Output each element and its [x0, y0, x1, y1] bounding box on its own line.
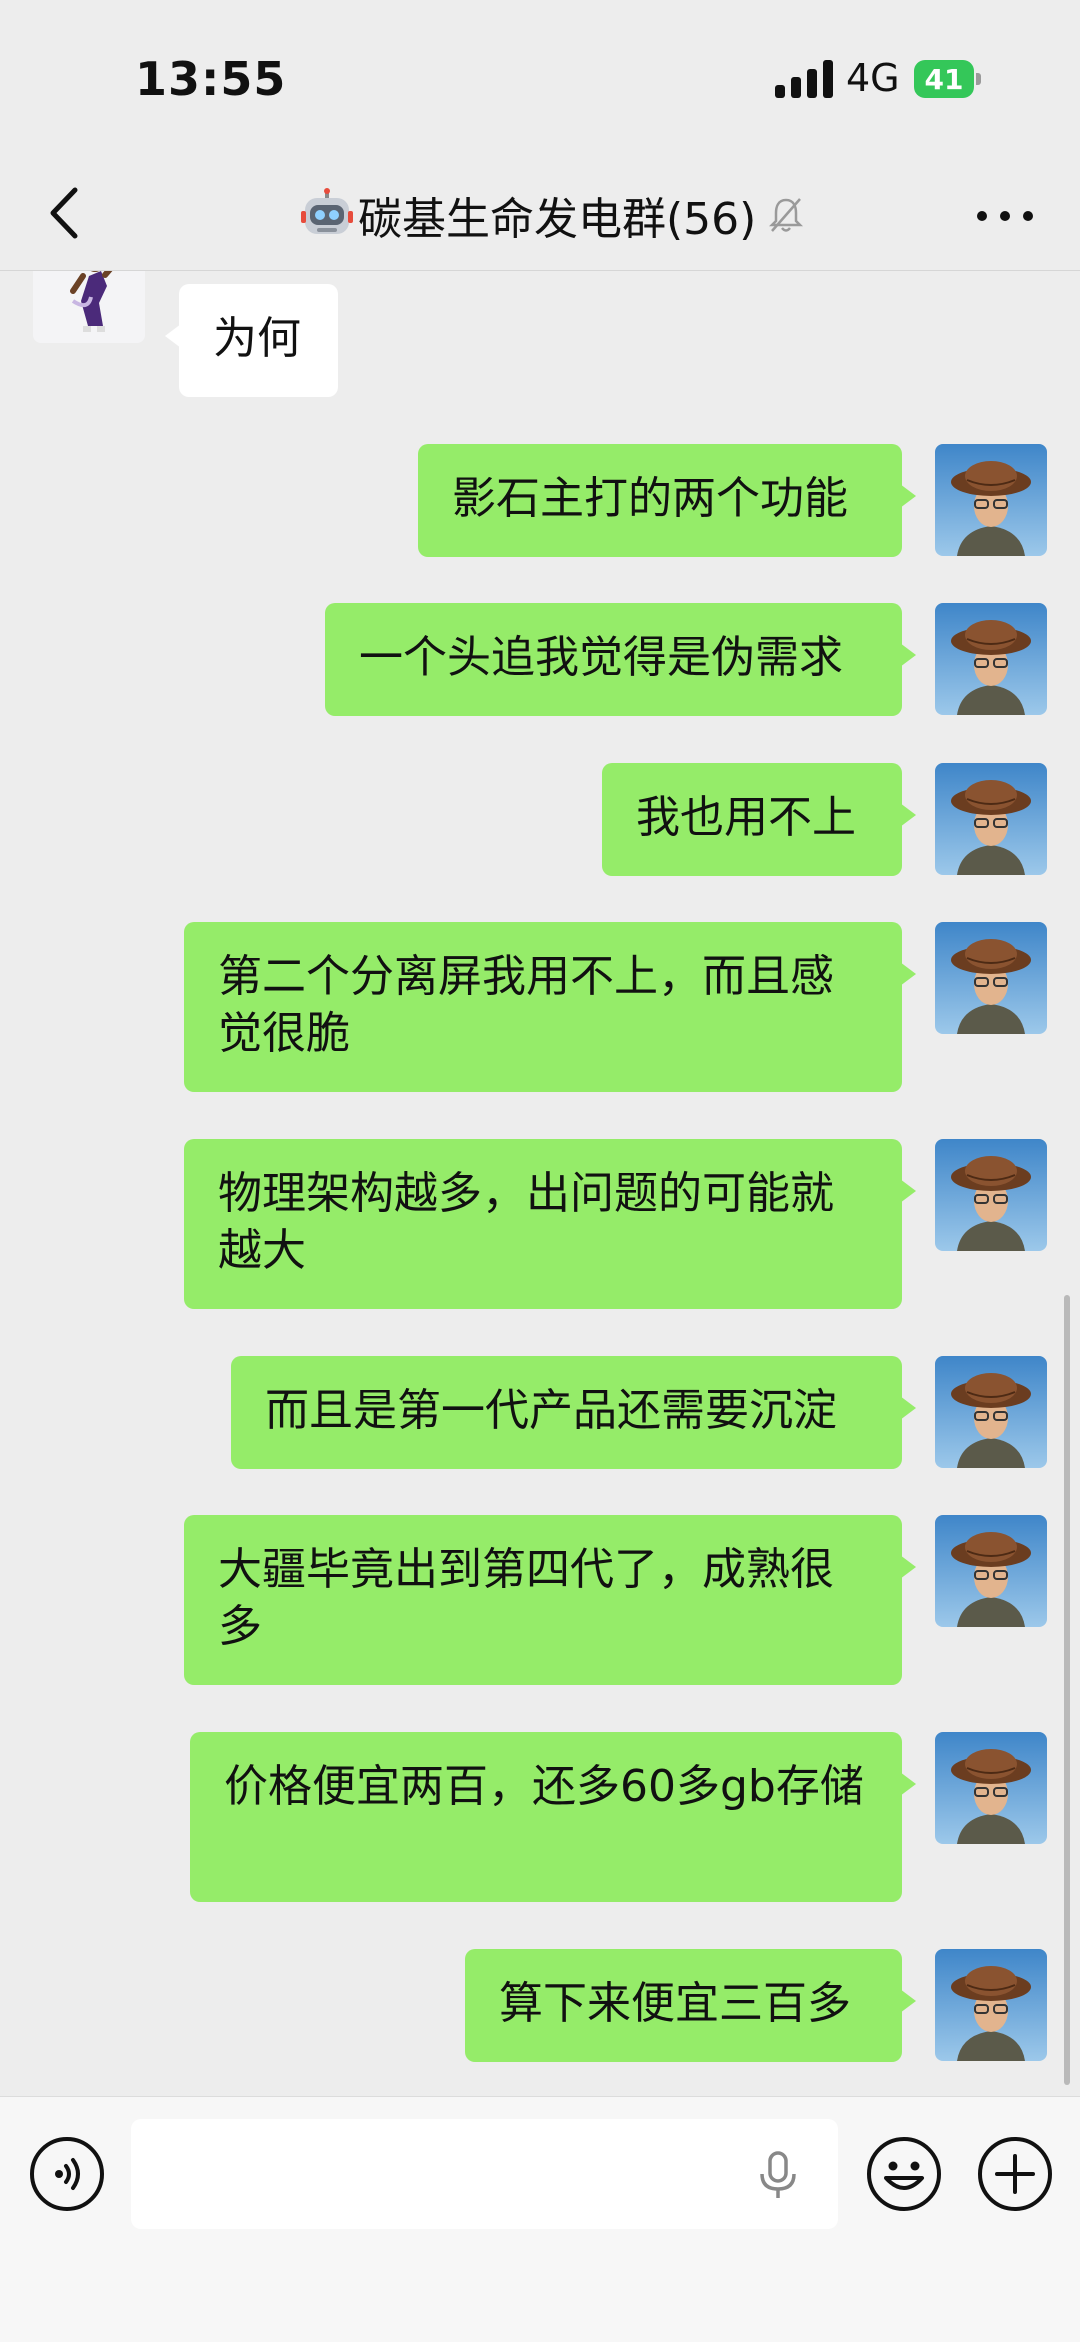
mic-icon[interactable] — [750, 2147, 806, 2203]
message-bubble[interactable]: 算下来便宜三百多 — [465, 1949, 916, 2062]
status-time: 13:55 — [135, 52, 287, 106]
network-type: 4G — [846, 56, 900, 100]
emoji-icon[interactable] — [866, 2136, 942, 2212]
message-bubble[interactable]: 我也用不上 — [602, 763, 916, 876]
chat-title[interactable]: 碳基生命发电群(56) — [300, 180, 840, 250]
message-text: 大疆毕竟出到第四代了，成熟很多 — [218, 1544, 834, 1652]
chat-scrollbar[interactable] — [1064, 1295, 1070, 2085]
message-list[interactable]: 为何 影石主打的两个功能 一个头追我觉得是伪需求 我也用不上 第二个分离屏我用不… — [0, 271, 1080, 2096]
message-bubble[interactable]: 大疆毕竟出到第四代了，成熟很多 — [184, 1515, 916, 1685]
message-text: 算下来便宜三百多 — [499, 1978, 851, 2029]
message-text: 影石主打的两个功能 — [452, 473, 848, 524]
my-avatar[interactable] — [935, 444, 1047, 556]
message-text: 为何 — [213, 313, 301, 364]
message-bubble[interactable]: 影石主打的两个功能 — [418, 444, 916, 557]
back-arrow-icon[interactable] — [35, 178, 105, 248]
message-text: 我也用不上 — [636, 792, 856, 843]
my-avatar[interactable] — [935, 1949, 1047, 2061]
message-bubble[interactable]: 一个头追我觉得是伪需求 — [325, 603, 916, 716]
cellular-signal-icon — [775, 60, 833, 98]
message-text: 价格便宜两百，还多60多gb存储 — [224, 1761, 864, 1812]
message-bubble[interactable]: 价格便宜两百，还多60多gb存储 — [190, 1732, 916, 1902]
my-avatar[interactable] — [935, 1139, 1047, 1251]
my-avatar[interactable] — [935, 1732, 1047, 1844]
message-bubble[interactable]: 而且是第一代产品还需要沉淀 — [231, 1356, 916, 1469]
my-avatar[interactable] — [935, 1356, 1047, 1468]
voice-icon[interactable] — [29, 2136, 105, 2212]
group-name: 碳基生命发电群(56) — [358, 194, 757, 245]
message-text: 而且是第一代产品还需要沉淀 — [265, 1385, 837, 1436]
robot-icon — [301, 188, 353, 234]
status-bar: 13:55 4G 41 — [0, 0, 1080, 160]
message-bubble[interactable]: 物理架构越多，出问题的可能就越大 — [184, 1139, 916, 1309]
message-text: 第二个分离屏我用不上，而且感觉很脆 — [218, 951, 834, 1059]
message-text: 物理架构越多，出问题的可能就越大 — [218, 1168, 834, 1276]
battery-level: 41 — [914, 60, 974, 98]
battery-icon: 41 — [914, 60, 982, 98]
my-avatar[interactable] — [935, 1515, 1047, 1627]
chat-header: 碳基生命发电群(56) — [0, 160, 1080, 271]
message-bubble[interactable]: 第二个分离屏我用不上，而且感觉很脆 — [184, 922, 916, 1092]
message-bubble[interactable]: 为何 — [165, 284, 338, 397]
more-icon[interactable] — [970, 196, 1040, 236]
mute-bell-icon — [769, 198, 804, 232]
plus-icon[interactable] — [977, 2136, 1053, 2212]
message-input[interactable] — [131, 2119, 838, 2229]
input-bar — [0, 2096, 1080, 2342]
message-text: 一个头追我觉得是伪需求 — [359, 632, 843, 683]
my-avatar[interactable] — [935, 603, 1047, 715]
my-avatar[interactable] — [935, 763, 1047, 875]
my-avatar[interactable] — [935, 922, 1047, 1034]
sender-avatar[interactable] — [33, 271, 145, 343]
